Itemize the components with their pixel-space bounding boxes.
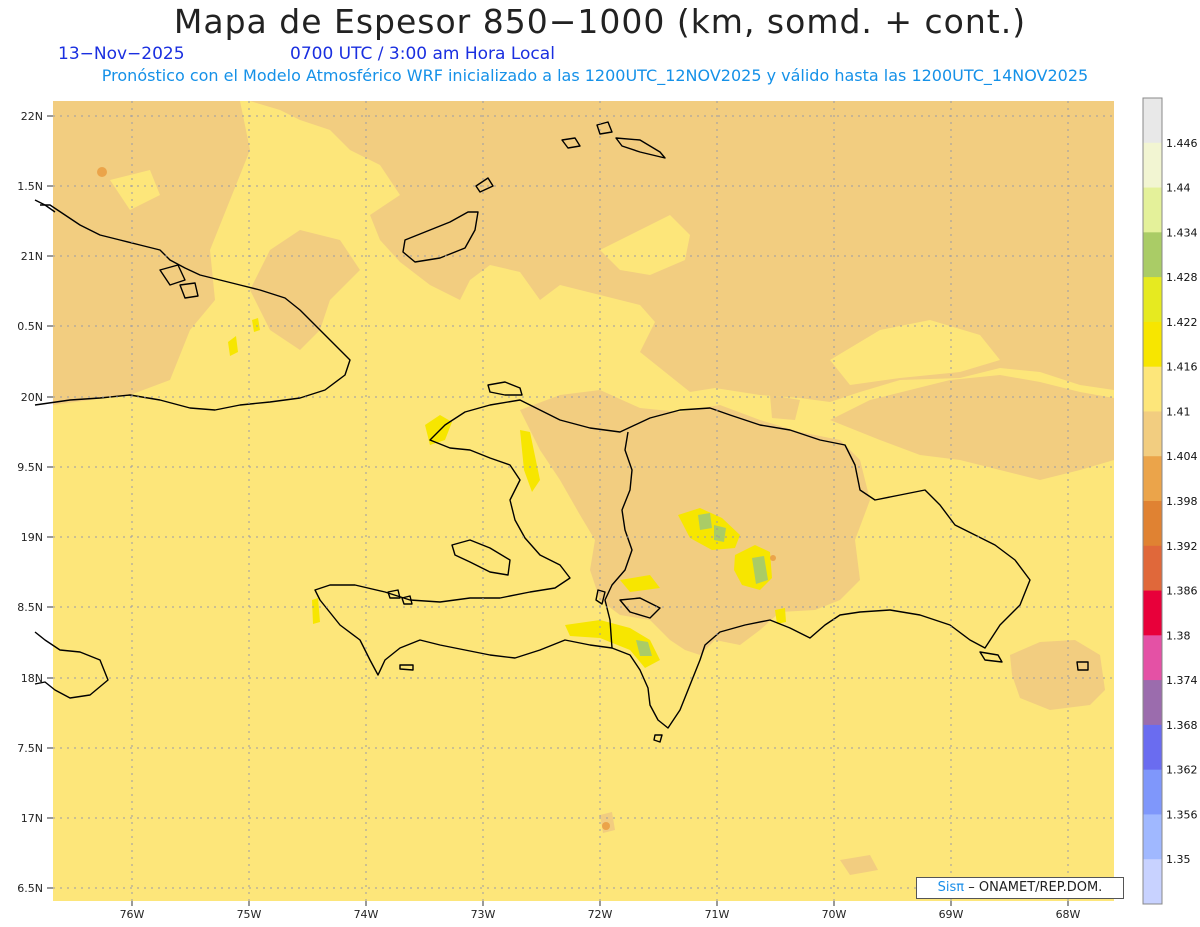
lat-label: 7.5N (17, 742, 43, 755)
latitude-labels: 22N 1.5N 21N 0.5N 20N 9.5N 19N 8.5N 18N … (17, 110, 43, 895)
lat-label: 1.5N (17, 180, 43, 193)
colorbar-swatch (1143, 680, 1162, 726)
colorbar-swatch (1143, 545, 1162, 592)
lat-label: 0.5N (17, 320, 43, 333)
colorbar-label: 1.38 (1166, 629, 1191, 642)
colorbar-label: 1.374 (1166, 674, 1198, 687)
forecast-time: 0700 UTC / 3:00 am Hora Local (290, 44, 555, 64)
colorbar-label: 1.392 (1166, 540, 1198, 553)
colorbar-swatch (1143, 232, 1162, 278)
colorbar-label: 1.35 (1166, 853, 1191, 866)
colorbar-swatch (1143, 142, 1162, 189)
lon-label: 73W (471, 908, 496, 921)
lat-label: 21N (21, 250, 43, 263)
colorbar-label: 1.368 (1166, 719, 1198, 732)
lon-label: 75W (237, 908, 262, 921)
lat-label: 22N (21, 110, 43, 123)
colorbar-label: 1.386 (1166, 585, 1198, 598)
lon-label: 76W (120, 908, 145, 921)
lon-label: 69W (939, 908, 964, 921)
colorbar-swatch (1143, 187, 1162, 233)
lat-label: 18N (21, 672, 43, 685)
colorbar-swatch (1143, 456, 1162, 502)
colorbar: 1.446 1.44 1.434 1.428 1.422 1.416 1.41 1.404 1.… (1142, 97, 1198, 905)
forecast-note: Pronóstico con el Modelo Atmosférico WRF… (101, 66, 1089, 85)
forecast-date: 13−Nov−2025 (58, 44, 185, 64)
thickness-map: 22N 1.5N 21N 0.5N 20N 9.5N 19N 8.5N 18N … (17, 97, 1198, 921)
colorbar-label: 1.422 (1166, 316, 1198, 329)
colorbar-swatch (1143, 769, 1162, 815)
colorbar-swatch (1143, 277, 1162, 323)
colorbar-label: 1.44 (1166, 182, 1191, 195)
map-title: Mapa de Espesor 850−1000 (km, somd. + co… (173, 2, 1027, 41)
org-label: – ONAMET/REP.DOM. (968, 880, 1103, 895)
colorbar-swatch (1143, 501, 1162, 547)
colorbar-swatch (1143, 321, 1162, 368)
lon-label: 70W (822, 908, 847, 921)
longitude-labels: 76W 75W 74W 73W 72W 71W 70W 69W 68W (120, 908, 1081, 921)
colorbar-label: 1.362 (1166, 764, 1198, 777)
colorbar-label: 1.434 (1166, 226, 1198, 239)
lat-label: 19N (21, 531, 43, 544)
lat-label: 20N (21, 391, 43, 404)
colorbar-label: 1.404 (1166, 450, 1198, 463)
colorbar-swatch (1143, 98, 1162, 144)
lon-label: 71W (705, 908, 730, 921)
colorbar-label: 1.41 (1166, 405, 1191, 418)
colorbar-swatch (1143, 724, 1162, 771)
colorbar-swatch (1143, 859, 1162, 905)
lat-label: 9.5N (17, 461, 43, 474)
colorbar-label: 1.398 (1166, 495, 1198, 508)
colorbar-swatch (1143, 635, 1162, 681)
brand-label: Sisπ (937, 880, 965, 895)
colorbar-swatch (1143, 814, 1162, 860)
colorbar-label: 1.446 (1166, 137, 1198, 150)
colorbar-swatch (1143, 590, 1162, 636)
colorbar-label: 1.428 (1166, 271, 1198, 284)
colorbar-swatch (1143, 411, 1162, 457)
credit-box: Sisπ – ONAMET/REP.DOM. (916, 877, 1124, 899)
colorbar-label: 1.416 (1166, 361, 1198, 374)
lon-label: 68W (1056, 908, 1081, 921)
lat-label: 17N (21, 812, 43, 825)
colorbar-label: 1.356 (1166, 808, 1198, 821)
lat-label: 8.5N (17, 601, 43, 614)
colorbar-swatch (1143, 366, 1162, 412)
lon-label: 72W (588, 908, 613, 921)
lon-label: 74W (354, 908, 379, 921)
lat-label: 6.5N (17, 882, 43, 895)
